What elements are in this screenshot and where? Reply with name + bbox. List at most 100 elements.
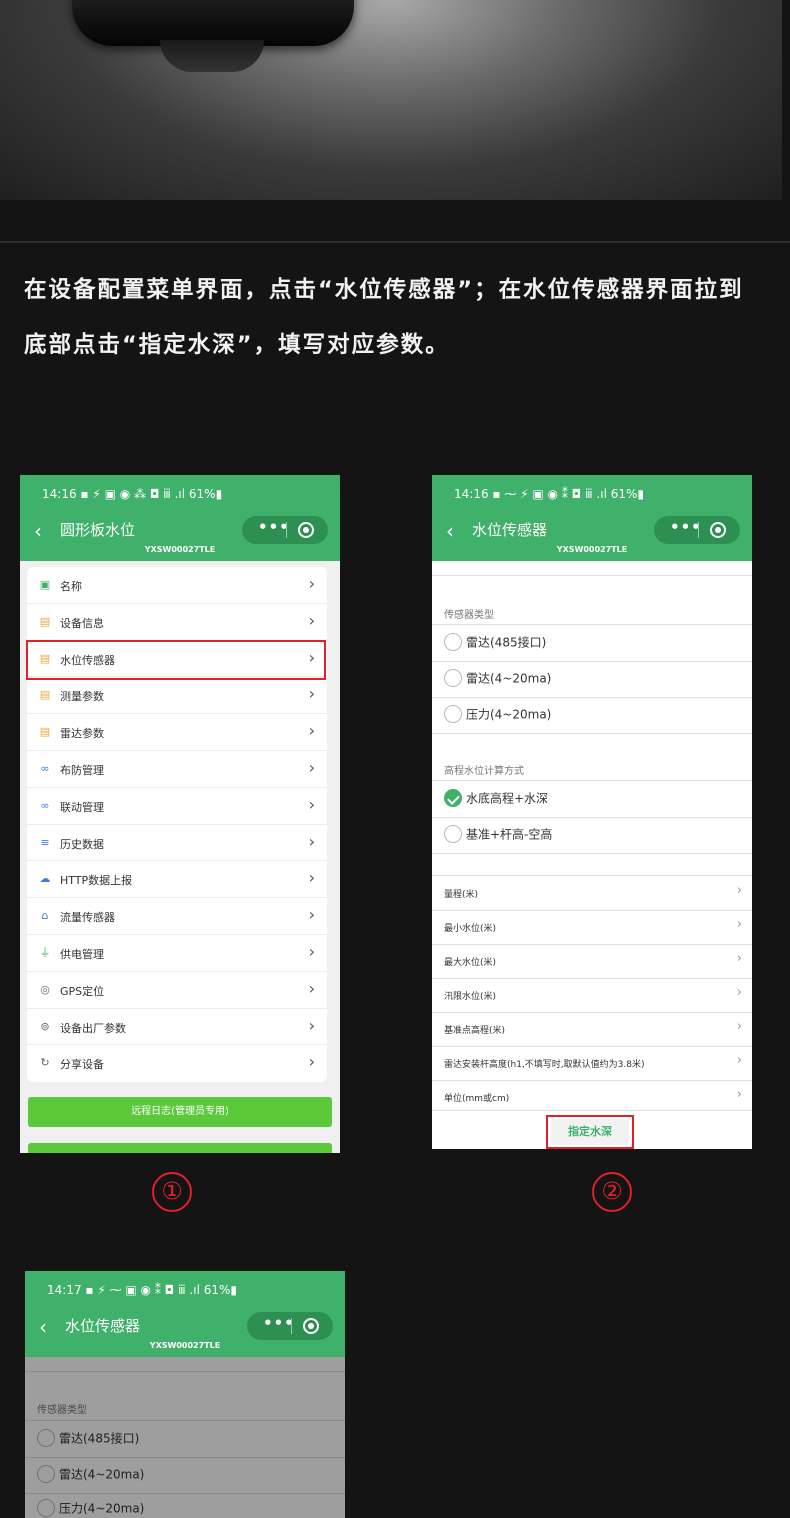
chevron-right-icon: ›	[308, 1052, 315, 1072]
product-photo	[0, 0, 782, 200]
more-icon[interactable]: •••	[258, 518, 290, 536]
chevron-right-icon: ›	[736, 1053, 742, 1068]
device-id: YXSW00027TLE	[144, 545, 216, 554]
more-icon[interactable]: •••	[263, 1314, 295, 1332]
power-icon: ⏚	[39, 945, 51, 959]
field-unit[interactable]: 单位(mm或cm)	[444, 1091, 509, 1104]
chevron-right-icon: ›	[308, 905, 315, 925]
link-icon: ∞	[40, 798, 50, 812]
more-icon[interactable]: •••	[670, 518, 702, 536]
field-max-level[interactable]: 最大水位(米)	[444, 955, 496, 968]
chevron-right-icon: ›	[308, 684, 315, 704]
chevron-right-icon: ›	[308, 610, 315, 630]
menu-item-http-report[interactable]: ☁ HTTP数据上报 ›	[27, 861, 327, 899]
back-icon[interactable]: ‹	[446, 519, 454, 543]
step-marker-2: ②	[592, 1172, 632, 1212]
chevron-right-icon: ›	[308, 831, 315, 851]
cloud-icon: ☁	[39, 872, 51, 886]
section-title: 高程水位计算方式	[444, 766, 524, 777]
status-bar: 14:16 ▪ ⚡ ▣ ◉ ⁂ ◘ ⅲ .ıl 61%▮	[20, 475, 340, 511]
field-datum-elevation[interactable]: 基准点高程(米)	[444, 1023, 505, 1036]
next-button-partial[interactable]	[28, 1143, 332, 1153]
mini-program-capsule[interactable]: •••	[654, 516, 740, 544]
close-target-icon[interactable]	[298, 522, 314, 538]
chevron-right-icon: ›	[308, 941, 315, 961]
menu-item-device-info[interactable]: ▤ 设备信息 ›	[27, 604, 327, 641]
history-icon: ≡	[40, 835, 50, 849]
field-range[interactable]: 量程(米)	[444, 887, 478, 900]
flow-icon: ⌂	[41, 909, 49, 923]
chevron-right-icon: ›	[308, 757, 315, 777]
chevron-right-icon: ›	[308, 574, 315, 593]
radio-radar-4-20ma[interactable]: 雷达(4~20ma)	[444, 669, 551, 687]
chevron-right-icon: ›	[736, 883, 742, 898]
device-id: YXSW00027TLE	[149, 1341, 221, 1350]
back-icon[interactable]: ‹	[34, 519, 42, 543]
link-icon: ∞	[40, 761, 50, 775]
chevron-right-icon: ›	[736, 917, 742, 932]
screenshot-water-sensor: 14:16 ▪ ⁓ ⚡ ▣ ◉ ⁑ ◘ ⅲ .ıl 61%▮ ‹ 水位传感器 Y…	[432, 475, 752, 1149]
menu-item-factory-params[interactable]: ⊚ 设备出厂参数 ›	[27, 1009, 327, 1046]
back-icon[interactable]: ‹	[39, 1315, 47, 1339]
chevron-right-icon: ›	[308, 721, 315, 741]
page-title: 圆形板水位	[60, 521, 136, 539]
page-title: 水位传感器	[472, 521, 548, 539]
instruction-line-1: 在设备配置菜单界面，点击“水位传感器”；在水位传感器界面拉到	[24, 277, 744, 303]
menu-item-share[interactable]: ↻ 分享设备 ›	[27, 1045, 327, 1082]
device-cap	[160, 40, 264, 72]
radar-icon: ▤	[39, 725, 51, 739]
menu-item-history[interactable]: ≡ 历史数据 ›	[27, 825, 327, 862]
field-min-level[interactable]: 最小水位(米)	[444, 921, 496, 934]
highlight-box	[546, 1115, 634, 1149]
menu-item-linkage[interactable]: ∞ 联动管理 ›	[27, 788, 327, 825]
radio-icon	[444, 705, 462, 723]
field-flood-limit[interactable]: 汛限水位(米)	[444, 989, 496, 1002]
settings-icon: ⊚	[40, 1019, 50, 1033]
radio-pressure-4-20ma[interactable]: 压力(4~20ma)	[444, 705, 551, 723]
nav-bar: ‹ 圆形板水位 YXSW00027TLE •••	[20, 511, 340, 561]
page-title: 水位传感器	[65, 1317, 141, 1335]
modal-overlay	[25, 1357, 345, 1518]
field-pole-height[interactable]: 雷达安装杆高度(h1,不填写时,取默认值约为3.8米)	[444, 1057, 645, 1070]
screenshot-water-sensor-dialog: 14:17 ▪ ⚡ ⁓ ▣ ◉ ⁑ ◘ ⅲ .ıl 61%▮ ‹ 水位传感器 Y…	[25, 1271, 345, 1518]
chevron-right-icon: ›	[308, 1015, 315, 1035]
checked-radio-icon	[444, 789, 462, 807]
close-target-icon[interactable]	[710, 522, 726, 538]
menu-item-power[interactable]: ⏚ 供电管理 ›	[27, 935, 327, 972]
status-bar: 14:17 ▪ ⚡ ⁓ ▣ ◉ ⁑ ◘ ⅲ .ıl 61%▮	[25, 1271, 345, 1307]
close-target-icon[interactable]	[303, 1318, 319, 1334]
chevron-right-icon: ›	[308, 794, 315, 814]
share-icon: ↻	[40, 1056, 50, 1070]
name-icon: ▣	[39, 578, 51, 591]
radio-radar-485[interactable]: 雷达(485接口)	[444, 633, 546, 651]
mini-program-capsule[interactable]: •••	[247, 1312, 333, 1340]
menu-item-measure-params[interactable]: ▤ 测量参数 ›	[27, 677, 327, 715]
nav-bar: ‹ 水位传感器 YXSW00027TLE •••	[432, 511, 752, 561]
highlight-box	[26, 640, 326, 680]
radio-icon	[444, 669, 462, 687]
remote-log-button[interactable]: 远程日志(管理员专用)	[28, 1097, 332, 1127]
device-id: YXSW00027TLE	[556, 545, 628, 554]
instruction-line-2: 底部点击“指定水深”，填写对应参数。	[24, 332, 450, 358]
chevron-right-icon: ›	[736, 985, 742, 1000]
chevron-right-icon: ›	[736, 951, 742, 966]
divider	[0, 241, 790, 243]
menu-item-gps[interactable]: ◎ GPS定位 ›	[27, 972, 327, 1009]
radio-icon	[444, 825, 462, 843]
screenshot-device-menu: 14:16 ▪ ⚡ ▣ ◉ ⁂ ◘ ⅲ .ıl 61%▮ ‹ 圆形板水位 YXS…	[20, 475, 340, 1153]
status-bar: 14:16 ▪ ⁓ ⚡ ▣ ◉ ⁑ ◘ ⅲ .ıl 61%▮	[432, 475, 752, 511]
nav-bar: ‹ 水位传感器 YXSW00027TLE •••	[25, 1307, 345, 1357]
mini-program-capsule[interactable]: •••	[242, 516, 328, 544]
chevron-right-icon: ›	[308, 868, 315, 888]
menu-item-radar-params[interactable]: ▤ 雷达参数 ›	[27, 714, 327, 751]
section-title: 传感器类型	[444, 610, 494, 621]
radio-bottom-elevation-depth[interactable]: 水底高程+水深	[444, 789, 548, 807]
menu-item-flow-sensor[interactable]: ⌂ 流量传感器 ›	[27, 898, 327, 935]
chevron-right-icon: ›	[308, 978, 315, 998]
chevron-right-icon: ›	[736, 1087, 742, 1102]
radio-datum-pole-air[interactable]: 基准+杆高-空高	[444, 825, 552, 843]
menu-item-name[interactable]: ▣ 名称 ›	[27, 567, 327, 604]
radio-icon	[444, 633, 462, 651]
menu-item-arming[interactable]: ∞ 布防管理 ›	[27, 751, 327, 788]
step-marker-1: ①	[152, 1172, 192, 1212]
